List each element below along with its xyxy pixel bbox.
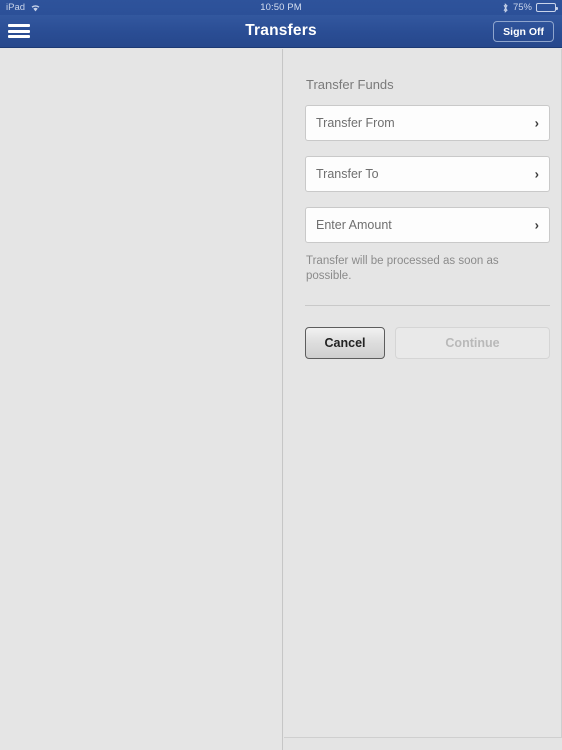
left-pane	[0, 49, 283, 750]
sign-off-button[interactable]: Sign Off	[493, 21, 554, 42]
continue-button[interactable]: Continue	[395, 327, 550, 359]
page-title: Transfers	[245, 22, 317, 39]
bluetooth-icon	[502, 2, 509, 13]
section-divider	[305, 305, 550, 306]
transfer-from-field[interactable]: Transfer From ›	[305, 105, 550, 141]
status-bar: iPad 10:50 PM 75%	[0, 0, 562, 15]
status-bar-right: 75%	[502, 2, 558, 13]
chevron-right-icon: ›	[534, 115, 539, 131]
enter-amount-label: Enter Amount	[316, 218, 392, 232]
content-area: Transfer Funds Transfer From › Transfer …	[0, 49, 562, 750]
chevron-right-icon: ›	[534, 166, 539, 182]
battery-percent-label: 75%	[512, 2, 532, 13]
transfer-from-label: Transfer From	[316, 116, 395, 130]
transfer-field-list: Transfer From › Transfer To › Enter Amou…	[305, 105, 550, 258]
section-title: Transfer Funds	[306, 77, 394, 92]
chevron-right-icon: ›	[534, 217, 539, 233]
action-button-row: Cancel Continue	[305, 327, 550, 359]
transfer-to-label: Transfer To	[316, 167, 379, 181]
status-bar-clock: 10:50 PM	[260, 2, 302, 13]
app-root: iPad 10:50 PM 75% Transfers Sign Off Tra…	[0, 0, 562, 750]
navigation-bar: Transfers Sign Off	[0, 15, 562, 48]
battery-icon	[536, 3, 558, 12]
helper-text: Transfer will be processed as soon as po…	[306, 255, 499, 282]
cancel-button[interactable]: Cancel	[305, 327, 385, 359]
transfer-funds-panel: Transfer Funds Transfer From › Transfer …	[284, 49, 562, 738]
enter-amount-field[interactable]: Enter Amount ›	[305, 207, 550, 243]
transfer-to-field[interactable]: Transfer To ›	[305, 156, 550, 192]
